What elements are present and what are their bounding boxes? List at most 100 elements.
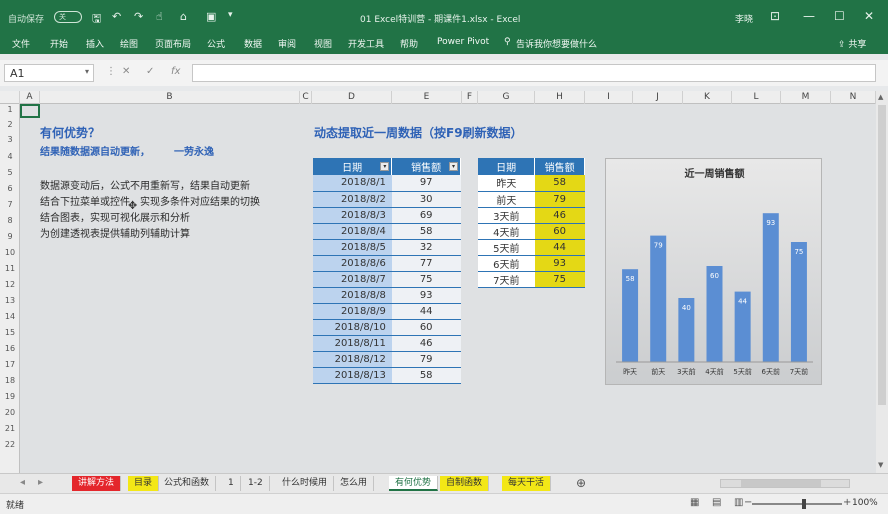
sheet-tab[interactable]: 自制函数 (440, 476, 490, 491)
row-header[interactable]: 13 (0, 296, 20, 305)
row-header[interactable]: 7 (0, 200, 20, 209)
sales-header-cell[interactable]: 销售额 ▾ (391, 158, 461, 175)
date-cell[interactable]: 2018/8/8 (313, 287, 392, 304)
insert-function-button[interactable]: fx (171, 66, 180, 77)
sales-cell[interactable]: 75 (534, 271, 585, 288)
column-header[interactable]: L (732, 91, 781, 104)
filter-dropdown-icon[interactable]: ▾ (449, 162, 458, 171)
row-header[interactable]: 6 (0, 184, 20, 193)
scroll-down-icon[interactable]: ▼ (878, 461, 883, 469)
sales-cell[interactable]: 97 (391, 175, 461, 192)
sales-cell[interactable]: 79 (534, 191, 585, 208)
tab-home[interactable]: 开始 (50, 37, 68, 50)
date-cell[interactable]: 2018/8/3 (313, 207, 392, 224)
tab-data[interactable]: 数据 (244, 37, 262, 50)
column-header[interactable]: E (392, 91, 462, 104)
sales-cell[interactable]: 77 (391, 255, 461, 272)
column-header[interactable]: N (831, 91, 876, 104)
date-cell[interactable]: 2018/8/11 (313, 335, 392, 352)
column-header[interactable]: F (462, 91, 478, 104)
scrollbar-thumb[interactable] (878, 105, 886, 405)
sales-cell[interactable]: 58 (534, 175, 585, 192)
chart-bar[interactable] (706, 266, 723, 362)
date-cell[interactable]: 2018/8/10 (313, 319, 392, 336)
sheet-tab[interactable]: 1 (222, 476, 241, 491)
zoom-level[interactable]: 100% (852, 498, 878, 508)
sales-cell[interactable]: 93 (391, 287, 461, 304)
row-header[interactable]: 15 (0, 328, 20, 337)
column-header[interactable]: J (633, 91, 683, 104)
sheet-tab[interactable]: 每天干活 (502, 476, 552, 491)
day-label-cell[interactable]: 4天前 (478, 223, 535, 240)
sheet-tab[interactable]: 公式和函数 (158, 476, 217, 491)
sales-cell[interactable]: 69 (391, 207, 461, 224)
tab-review[interactable]: 审阅 (278, 37, 296, 50)
chart-bar[interactable] (650, 235, 667, 362)
sheet-tab[interactable]: 目录 (128, 476, 160, 491)
sheet-tab[interactable]: 有何优势 (389, 476, 439, 491)
tab-draw[interactable]: 绘图 (120, 37, 138, 50)
enter-icon[interactable]: ✓ (146, 66, 154, 77)
zoom-slider[interactable] (752, 499, 842, 509)
undo-icon[interactable]: ↶ (112, 10, 121, 23)
touch-mode-icon[interactable]: ☝ (156, 10, 163, 23)
ribbon-display-icon[interactable]: ⊡ (770, 9, 780, 23)
row-header[interactable]: 10 (0, 248, 20, 257)
date-cell[interactable]: 2018/8/4 (313, 223, 392, 240)
column-header[interactable]: H (535, 91, 585, 104)
camera-icon[interactable]: ▣ (206, 10, 216, 23)
column-header[interactable]: D (312, 91, 392, 104)
sales-header[interactable]: 销售额 (534, 158, 585, 175)
formula-input[interactable] (192, 64, 876, 82)
date-header[interactable]: 日期 (478, 158, 536, 175)
column-header[interactable]: M (781, 91, 831, 104)
row-header[interactable]: 4 (0, 152, 20, 161)
name-box[interactable]: A1 ▾ (4, 64, 94, 82)
day-label-cell[interactable]: 6天前 (478, 255, 535, 272)
sales-cell[interactable]: 60 (391, 319, 461, 336)
page-break-icon[interactable]: ▥ (734, 497, 743, 508)
chart-bar[interactable] (790, 242, 807, 362)
user-name[interactable]: 李晓 (735, 12, 753, 25)
qat-customize-icon[interactable]: ▾ (228, 10, 233, 20)
column-header[interactable]: C (300, 91, 312, 104)
row-header[interactable]: 12 (0, 280, 20, 289)
cancel-icon[interactable]: ✕ (122, 66, 130, 77)
row-header[interactable]: 8 (0, 216, 20, 225)
sheet-tab[interactable]: 讲解方法 (72, 476, 122, 491)
prev-sheet-icon[interactable]: ◂ (20, 477, 25, 488)
row-header[interactable]: 1 (0, 105, 20, 114)
autosave-toggle[interactable]: 关 (54, 11, 82, 23)
date-cell[interactable]: 2018/8/12 (313, 351, 392, 368)
sheet-tab[interactable]: 什么时候用 (276, 476, 335, 491)
row-header[interactable]: 16 (0, 344, 20, 353)
restore-button[interactable]: ☐ (834, 9, 845, 23)
save-icon[interactable]: 🖫 (92, 10, 101, 29)
day-label-cell[interactable]: 7天前 (478, 271, 535, 288)
page-layout-icon[interactable]: ▤ (712, 497, 721, 508)
share-button[interactable]: ⇪ 共享 (838, 37, 866, 50)
horizontal-scrollbar[interactable] (720, 479, 850, 488)
sales-cell[interactable]: 58 (391, 367, 461, 384)
column-header[interactable]: K (683, 91, 732, 104)
chart-bar[interactable] (762, 213, 779, 362)
redo-icon[interactable]: ↷ (134, 10, 143, 23)
zoom-in-icon[interactable]: + (843, 497, 851, 508)
day-label-cell[interactable]: 前天 (478, 191, 535, 208)
day-label-cell[interactable]: 3天前 (478, 207, 535, 224)
filter-dropdown-icon[interactable]: ▾ (380, 162, 390, 171)
row-header[interactable]: 11 (0, 264, 20, 273)
sales-cell[interactable]: 93 (534, 255, 585, 272)
row-header[interactable]: 14 (0, 312, 20, 321)
tab-power-pivot[interactable]: Power Pivot (437, 37, 489, 47)
date-cell[interactable]: 2018/8/1 (313, 175, 392, 192)
tab-insert[interactable]: 插入 (86, 37, 104, 50)
row-header[interactable]: 2 (0, 120, 20, 129)
row-header[interactable]: 18 (0, 376, 20, 385)
sales-cell[interactable]: 75 (391, 271, 461, 288)
sales-cell[interactable]: 58 (391, 223, 461, 240)
next-sheet-icon[interactable]: ▸ (38, 477, 43, 488)
date-cell[interactable]: 2018/8/7 (313, 271, 392, 288)
row-header[interactable]: 3 (0, 135, 20, 144)
row-header[interactable]: 17 (0, 360, 20, 369)
